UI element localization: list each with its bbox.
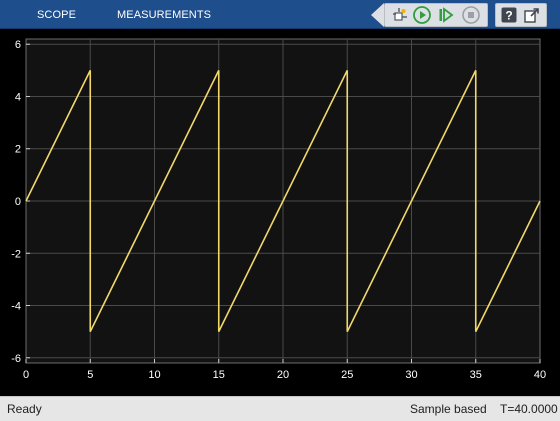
y-tick-label: -6: [11, 353, 21, 365]
help-icon: ?: [501, 7, 517, 23]
y-tick-label: 2: [15, 144, 21, 156]
tab-scope[interactable]: SCOPE: [37, 0, 76, 28]
scope-toolbar: SCOPE MEASUREMENTS ?: [0, 0, 560, 29]
status-sample-mode: Sample based: [410, 402, 487, 416]
step-forward-icon: [439, 7, 454, 23]
y-tick-label: 0: [15, 196, 21, 208]
x-tick-label: 30: [405, 369, 417, 381]
y-tick-label: 6: [15, 39, 21, 51]
run-button[interactable]: [413, 6, 431, 24]
undock-icon: [524, 8, 539, 23]
x-tick-label: 35: [470, 369, 482, 381]
svg-text:?: ?: [505, 9, 512, 23]
status-ready-text: Ready: [7, 402, 42, 416]
status-time: T=40.0000: [500, 402, 558, 416]
simulation-controls-group: [384, 3, 488, 27]
undock-button[interactable]: [523, 6, 541, 24]
x-tick-label: 5: [87, 369, 93, 381]
x-tick-label: 15: [213, 369, 225, 381]
step-forward-button[interactable]: [437, 6, 455, 24]
status-bar: Ready Sample based T=40.0000: [0, 396, 560, 421]
tab-measurements[interactable]: MEASUREMENTS: [117, 0, 211, 28]
x-tick-label: 25: [341, 369, 353, 381]
y-tick-label: -2: [11, 248, 21, 260]
y-tick-label: -4: [11, 301, 21, 313]
toolbar-group-notch: [371, 3, 384, 27]
run-icon: [413, 6, 431, 24]
help-group: ?: [495, 3, 547, 27]
x-tick-label: 0: [23, 369, 29, 381]
scope-chart: 0 5 10 15 20 25 30 35 40 -6 -4 -2 0 2 4 6: [11, 38, 546, 381]
x-tick-label: 20: [277, 369, 289, 381]
x-tick-label: 40: [534, 369, 546, 381]
block-highlight-icon: [393, 8, 407, 21]
x-tick-label: 10: [148, 369, 160, 381]
stop-button[interactable]: [462, 6, 480, 24]
stop-icon: [462, 6, 480, 24]
block-highlight-button[interactable]: [391, 6, 409, 24]
help-button[interactable]: ?: [500, 6, 518, 24]
y-tick-label: 4: [15, 91, 21, 103]
